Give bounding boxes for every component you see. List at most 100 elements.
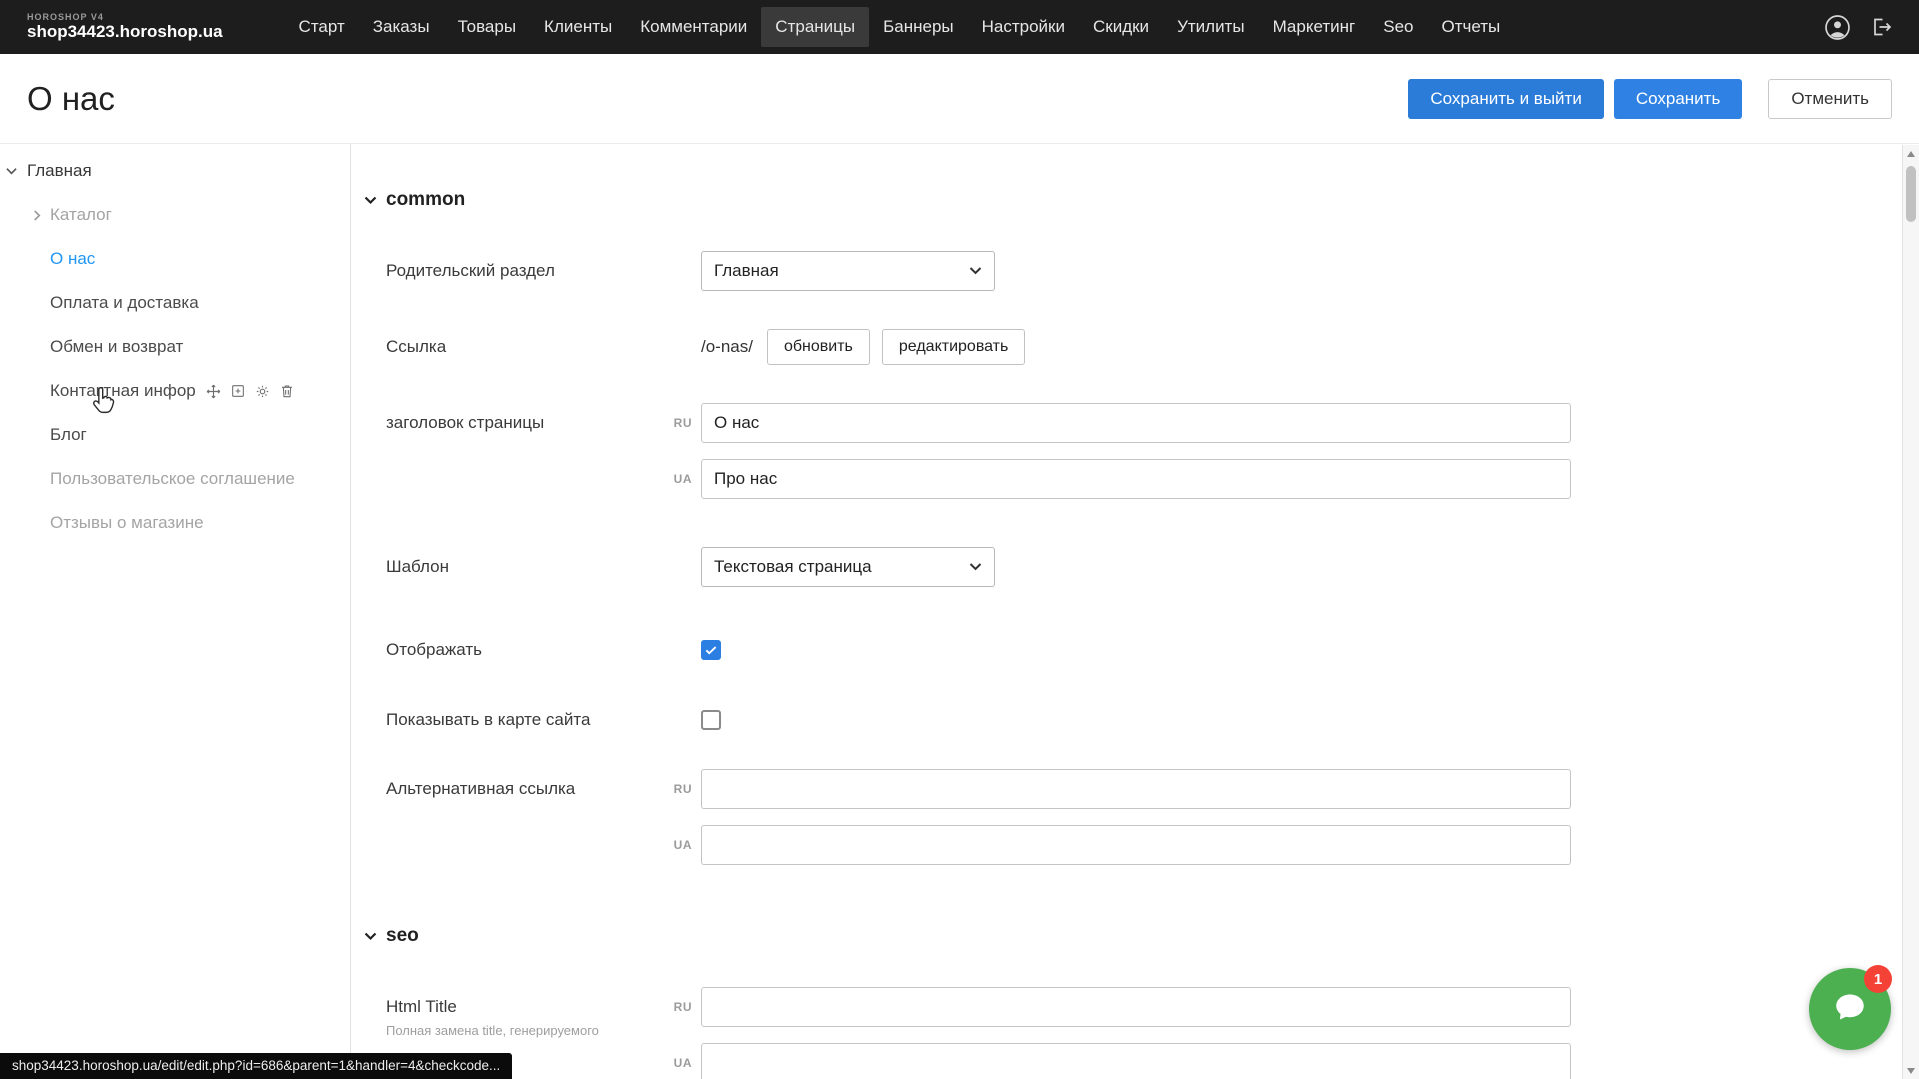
chevron-down-icon [969, 267, 982, 275]
add-page-icon[interactable] [230, 383, 246, 399]
field-label: Шаблон [386, 547, 651, 587]
section-title: seo [386, 925, 419, 947]
nav-item-discounts[interactable]: Скидки [1079, 7, 1163, 47]
header-actions: Сохранить и выйти Сохранить Отменить [1408, 79, 1892, 119]
sidebar-item-label: Пользовательское соглашение [50, 469, 295, 489]
chevron-right-icon [33, 210, 50, 221]
cancel-button[interactable]: Отменить [1768, 79, 1892, 119]
section-title: common [386, 189, 465, 211]
alt-link-ua-input[interactable] [701, 825, 1571, 865]
nav-item-start[interactable]: Старт [285, 7, 359, 47]
scrollbar[interactable] [1902, 145, 1919, 1079]
main-menu: Старт Заказы Товары Клиенты Комментарии … [285, 7, 1515, 47]
field-label: Html Title [386, 987, 651, 1027]
nav-item-banners[interactable]: Баннеры [869, 7, 968, 47]
template-row: Шаблон Текстовая страница [386, 547, 1919, 587]
nav-item-settings[interactable]: Настройки [968, 7, 1079, 47]
sidebar-item-store-reviews[interactable]: Отзывы о магазине [0, 501, 350, 545]
sitemap-checkbox[interactable] [701, 710, 721, 730]
page-title-ru-input[interactable] [701, 403, 1571, 443]
sidebar-item-payment-delivery[interactable]: Оплата и доставка [0, 281, 350, 325]
edit-form: common Родительский раздел Главная Ссылк… [351, 144, 1919, 1079]
nav-item-orders[interactable]: Заказы [359, 7, 444, 47]
page-title-ua-input[interactable] [701, 459, 1571, 499]
section-seo-header[interactable]: seo [364, 925, 1919, 947]
parent-section-row: Родительский раздел Главная [386, 251, 1919, 291]
top-navbar: HOROSHOP V4 shop34423.horoshop.ua Старт … [0, 0, 1919, 54]
page-title-row: заголовок страницы RU UA [386, 403, 1919, 499]
navbar-right [1824, 14, 1919, 41]
refresh-link-button[interactable]: обновить [767, 329, 870, 365]
scrollbar-thumb[interactable] [1906, 166, 1916, 222]
save-button[interactable]: Сохранить [1614, 79, 1742, 119]
sidebar-item-label: Контактная инфор [50, 381, 196, 401]
sidebar-item-label: Отзывы о магазине [50, 513, 204, 533]
scroll-down-button[interactable] [1903, 1062, 1919, 1079]
page-header: О нас Сохранить и выйти Сохранить Отмени… [0, 54, 1919, 144]
parent-section-select[interactable]: Главная [701, 251, 995, 291]
lang-badge-ru: RU [651, 769, 701, 809]
field-label: Ссылка [386, 329, 651, 365]
sidebar-item-user-agreement[interactable]: Пользовательское соглашение [0, 457, 350, 501]
page-title: О нас [27, 80, 115, 118]
sidebar-item-blog[interactable]: Блог [0, 413, 350, 457]
sidebar-item-contact-info[interactable]: Контактная инфор [0, 369, 350, 413]
chat-launcher-button[interactable]: 1 [1809, 968, 1891, 1050]
nav-item-utilities[interactable]: Утилиты [1163, 7, 1259, 47]
scroll-up-button[interactable] [1903, 145, 1919, 162]
html-title-ua-input[interactable] [701, 1043, 1571, 1079]
sitemap-row: Показывать в карте сайта [386, 709, 1919, 731]
chat-bubble-icon [1830, 987, 1870, 1032]
lang-badge-ru: RU [651, 987, 701, 1027]
display-row: Отображать [386, 639, 1919, 661]
field-hint: Полная замена title, генерируемого [386, 1023, 651, 1040]
page-url: /o-nas/ [701, 337, 753, 357]
chevron-down-icon [364, 196, 377, 205]
html-title-row: Html Title Полная замена title, генериру… [386, 987, 1919, 1079]
html-title-ru-input[interactable] [701, 987, 1571, 1027]
logout-icon[interactable] [1869, 15, 1893, 39]
link-row: Ссылка /o-nas/ обновить редактировать [386, 329, 1919, 365]
field-label: Родительский раздел [386, 251, 651, 291]
move-icon[interactable] [205, 383, 222, 400]
sidebar-item-label: Блог [50, 425, 87, 445]
sidebar-item-about[interactable]: О нас [0, 237, 350, 281]
sidebar-item-label: Главная [27, 161, 92, 181]
selected-value: Главная [714, 261, 779, 281]
save-and-exit-button[interactable]: Сохранить и выйти [1408, 79, 1603, 119]
tree-item-actions [205, 383, 295, 400]
trash-icon[interactable] [279, 383, 295, 399]
nav-item-reports[interactable]: Отчеты [1427, 7, 1514, 47]
chevron-down-icon [364, 932, 377, 941]
sidebar-item-label: О нас [50, 249, 95, 269]
nav-item-pages[interactable]: Страницы [761, 7, 869, 47]
sidebar-item-home[interactable]: Главная [0, 149, 350, 193]
nav-item-clients[interactable]: Клиенты [530, 7, 626, 47]
nav-item-seo[interactable]: Seo [1369, 7, 1427, 47]
gear-icon[interactable] [254, 383, 271, 400]
brand[interactable]: HOROSHOP V4 shop34423.horoshop.ua [27, 13, 223, 40]
nav-item-marketing[interactable]: Маркетинг [1259, 7, 1370, 47]
template-select[interactable]: Текстовая страница [701, 547, 995, 587]
sidebar-item-exchange-return[interactable]: Обмен и возврат [0, 325, 350, 369]
brand-domain: shop34423.horoshop.ua [27, 23, 223, 41]
section-common-header[interactable]: common [364, 189, 1919, 211]
nav-item-comments[interactable]: Комментарии [626, 7, 761, 47]
field-label: Показывать в карте сайта [386, 709, 651, 731]
display-checkbox[interactable] [701, 640, 721, 660]
lang-badge-ua: UA [651, 825, 701, 865]
nav-item-products[interactable]: Товары [444, 7, 530, 47]
pages-tree: Главная Каталог О нас Оплата и доставка … [0, 144, 351, 1079]
sidebar-item-label: Обмен и возврат [50, 337, 183, 357]
sidebar-item-label: Оплата и доставка [50, 293, 199, 313]
lang-badge-ua: UA [651, 1043, 701, 1079]
sidebar-item-catalog[interactable]: Каталог [0, 193, 350, 237]
lang-badge-ua: UA [651, 459, 701, 499]
chevron-down-icon [969, 563, 982, 571]
user-account-icon[interactable] [1824, 14, 1851, 41]
sidebar-item-label: Каталог [50, 205, 112, 225]
alt-link-ru-input[interactable] [701, 769, 1571, 809]
app-window: HOROSHOP V4 shop34423.horoshop.ua Старт … [0, 0, 1919, 1079]
selected-value: Текстовая страница [714, 557, 872, 577]
edit-link-button[interactable]: редактировать [882, 329, 1025, 365]
